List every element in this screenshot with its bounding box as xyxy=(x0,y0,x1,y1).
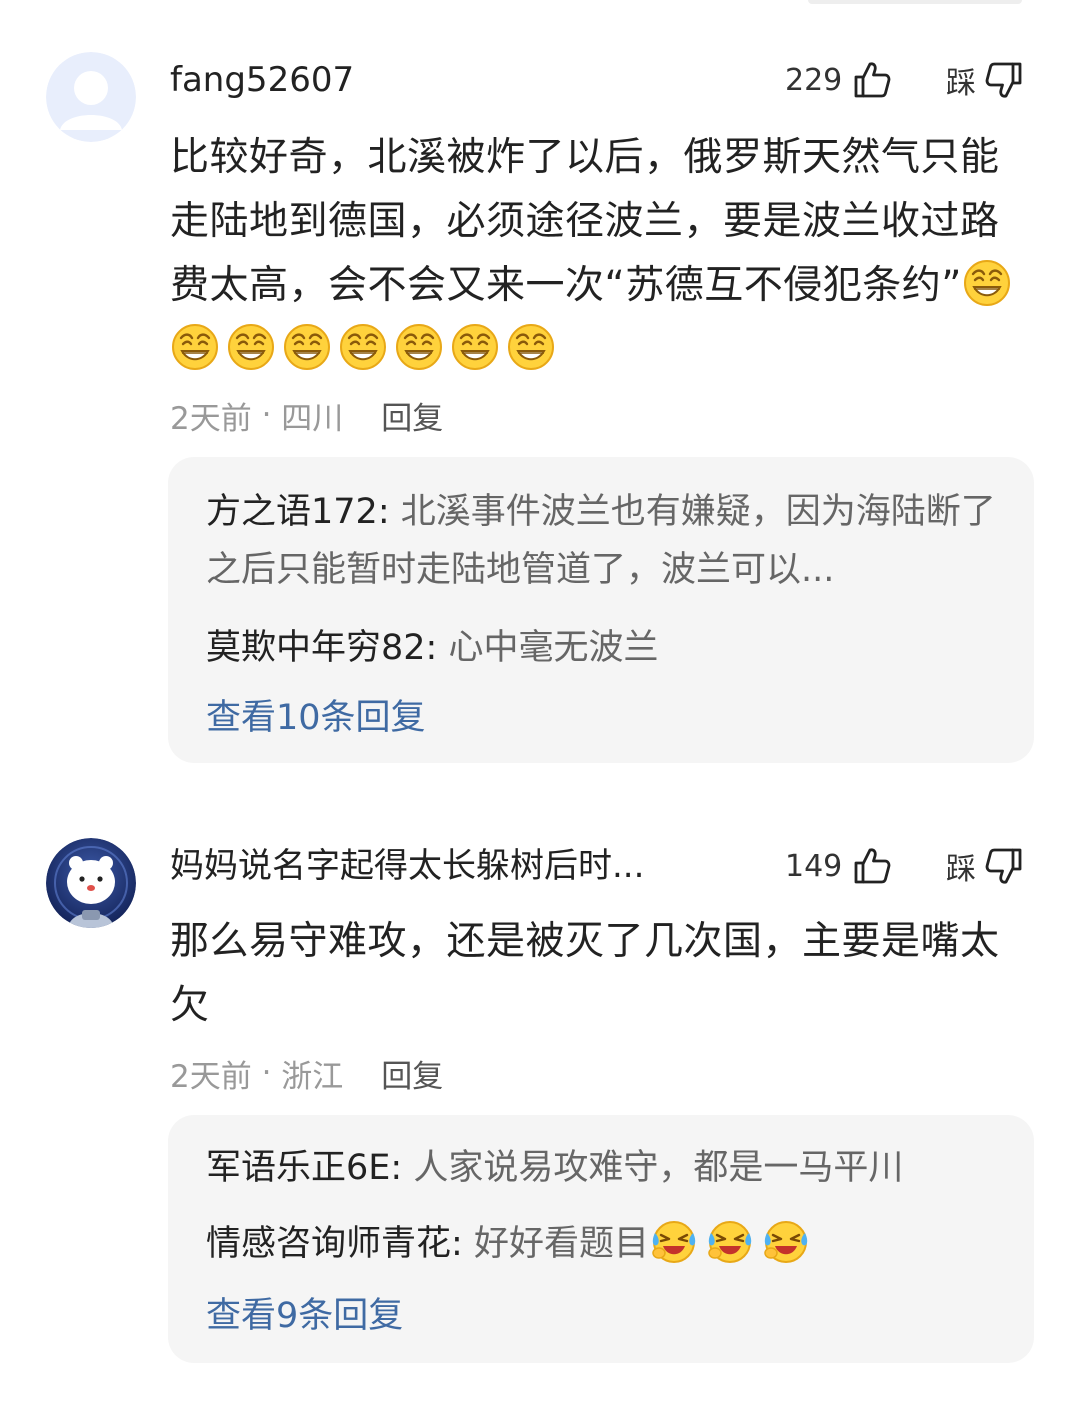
dislike-label: 踩 xyxy=(946,852,976,887)
dislike-button[interactable]: 踩 xyxy=(946,843,1024,889)
crying-laughing-emoji-icon xyxy=(705,1215,755,1265)
like-button[interactable]: 149 xyxy=(785,843,892,889)
reply-preview-box[interactable]: 方之语172: 北溪事件波兰也有嫌疑，因为海陆断了之后只能暂时走陆地管道了，波兰… xyxy=(168,457,1034,763)
like-count: 149 xyxy=(785,848,843,884)
avatar[interactable] xyxy=(46,52,136,142)
thumbs-up-icon xyxy=(852,846,892,886)
reply-author[interactable]: 莫欺中年穷82 xyxy=(206,628,426,668)
comment-meta: 2天前 · 浙江 回复 xyxy=(170,1051,443,1096)
comment-text: 比较好奇，北溪被炸了以后，俄罗斯天然气只能走陆地到德国，必须途径波兰，要是波兰收… xyxy=(170,126,1030,382)
reply-item[interactable]: 方之语172: 北溪事件波兰也有嫌疑，因为海陆断了之后只能暂时走陆地管道了，波兰… xyxy=(206,483,1006,599)
username[interactable]: fang52607 xyxy=(170,57,690,103)
dislike-label: 踩 xyxy=(946,66,976,101)
thumbs-down-icon xyxy=(984,60,1024,100)
smirk-grin-emoji-icon xyxy=(282,322,332,372)
reply-text: 好好看题目 xyxy=(473,1224,649,1264)
emoji-row xyxy=(649,1221,817,1264)
comment-meta: 2天前 · 四川 回复 xyxy=(170,393,443,438)
avatar[interactable] xyxy=(46,838,136,928)
reply-author[interactable]: 方之语172 xyxy=(206,492,378,532)
reply-button[interactable]: 回复 xyxy=(381,1051,443,1096)
smirk-grin-emoji-icon xyxy=(450,322,500,372)
comment-time: 2天前 xyxy=(170,400,252,437)
view-more-replies-link[interactable]: 查看9条回复 xyxy=(206,1291,403,1341)
smirk-grin-emoji-icon xyxy=(226,322,276,372)
smirk-grin-emoji-icon xyxy=(338,322,388,372)
reply-item[interactable]: 莫欺中年穷82: 心中毫无波兰 xyxy=(206,619,1006,677)
username[interactable]: 妈妈说名字起得太长躲树后时... xyxy=(170,843,690,889)
smirk-grin-emoji-icon xyxy=(394,322,444,372)
reply-colon: : xyxy=(377,492,401,532)
like-button[interactable]: 229 xyxy=(785,57,892,103)
reply-colon: : xyxy=(425,628,449,668)
comment-location: 四川 xyxy=(281,400,344,437)
thumbs-up-icon xyxy=(852,60,892,100)
meta-separator: · xyxy=(251,1055,282,1091)
reply-text: 人家说易攻难守，都是一马平川 xyxy=(413,1148,904,1188)
reply-colon: : xyxy=(451,1224,474,1264)
reply-author[interactable]: 军语乐正6E xyxy=(206,1148,390,1188)
reply-text: 心中毫无波兰 xyxy=(448,628,659,668)
dislike-button[interactable]: 踩 xyxy=(946,57,1024,103)
smirk-grin-emoji-icon xyxy=(506,322,556,372)
smirk-grin-emoji-icon xyxy=(170,322,220,372)
crying-laughing-emoji-icon xyxy=(761,1215,811,1265)
reply-button[interactable]: 回复 xyxy=(381,393,443,438)
reply-colon: : xyxy=(390,1148,414,1188)
view-more-replies-link[interactable]: 查看10条回复 xyxy=(206,693,426,743)
top-divider-strip xyxy=(808,0,1022,4)
comment-location: 浙江 xyxy=(281,1058,344,1095)
like-count: 229 xyxy=(785,62,843,98)
crying-laughing-emoji-icon xyxy=(649,1215,699,1265)
reply-author[interactable]: 情感咨询师青花 xyxy=(206,1224,451,1264)
reply-item[interactable]: 情感咨询师青花: 好好看题目 xyxy=(206,1215,1006,1273)
comment-text: 那么易守难攻，还是被灭了几次国，主要是嘴太欠 xyxy=(170,919,1000,1028)
reply-item[interactable]: 军语乐正6E: 人家说易攻难守，都是一马平川 xyxy=(206,1139,1006,1197)
smirk-grin-emoji-icon xyxy=(962,258,1012,308)
thumbs-down-icon xyxy=(984,846,1024,886)
comment-time: 2天前 xyxy=(170,1058,252,1095)
comment-text-content: 比较好奇，北溪被炸了以后，俄罗斯天然气只能走陆地到德国，必须途径波兰，要是波兰收… xyxy=(170,135,1000,308)
reply-preview-box[interactable]: 军语乐正6E: 人家说易攻难守，都是一马平川 情感咨询师青花: 好好看题目 查看… xyxy=(168,1115,1034,1363)
meta-separator: · xyxy=(251,397,282,433)
